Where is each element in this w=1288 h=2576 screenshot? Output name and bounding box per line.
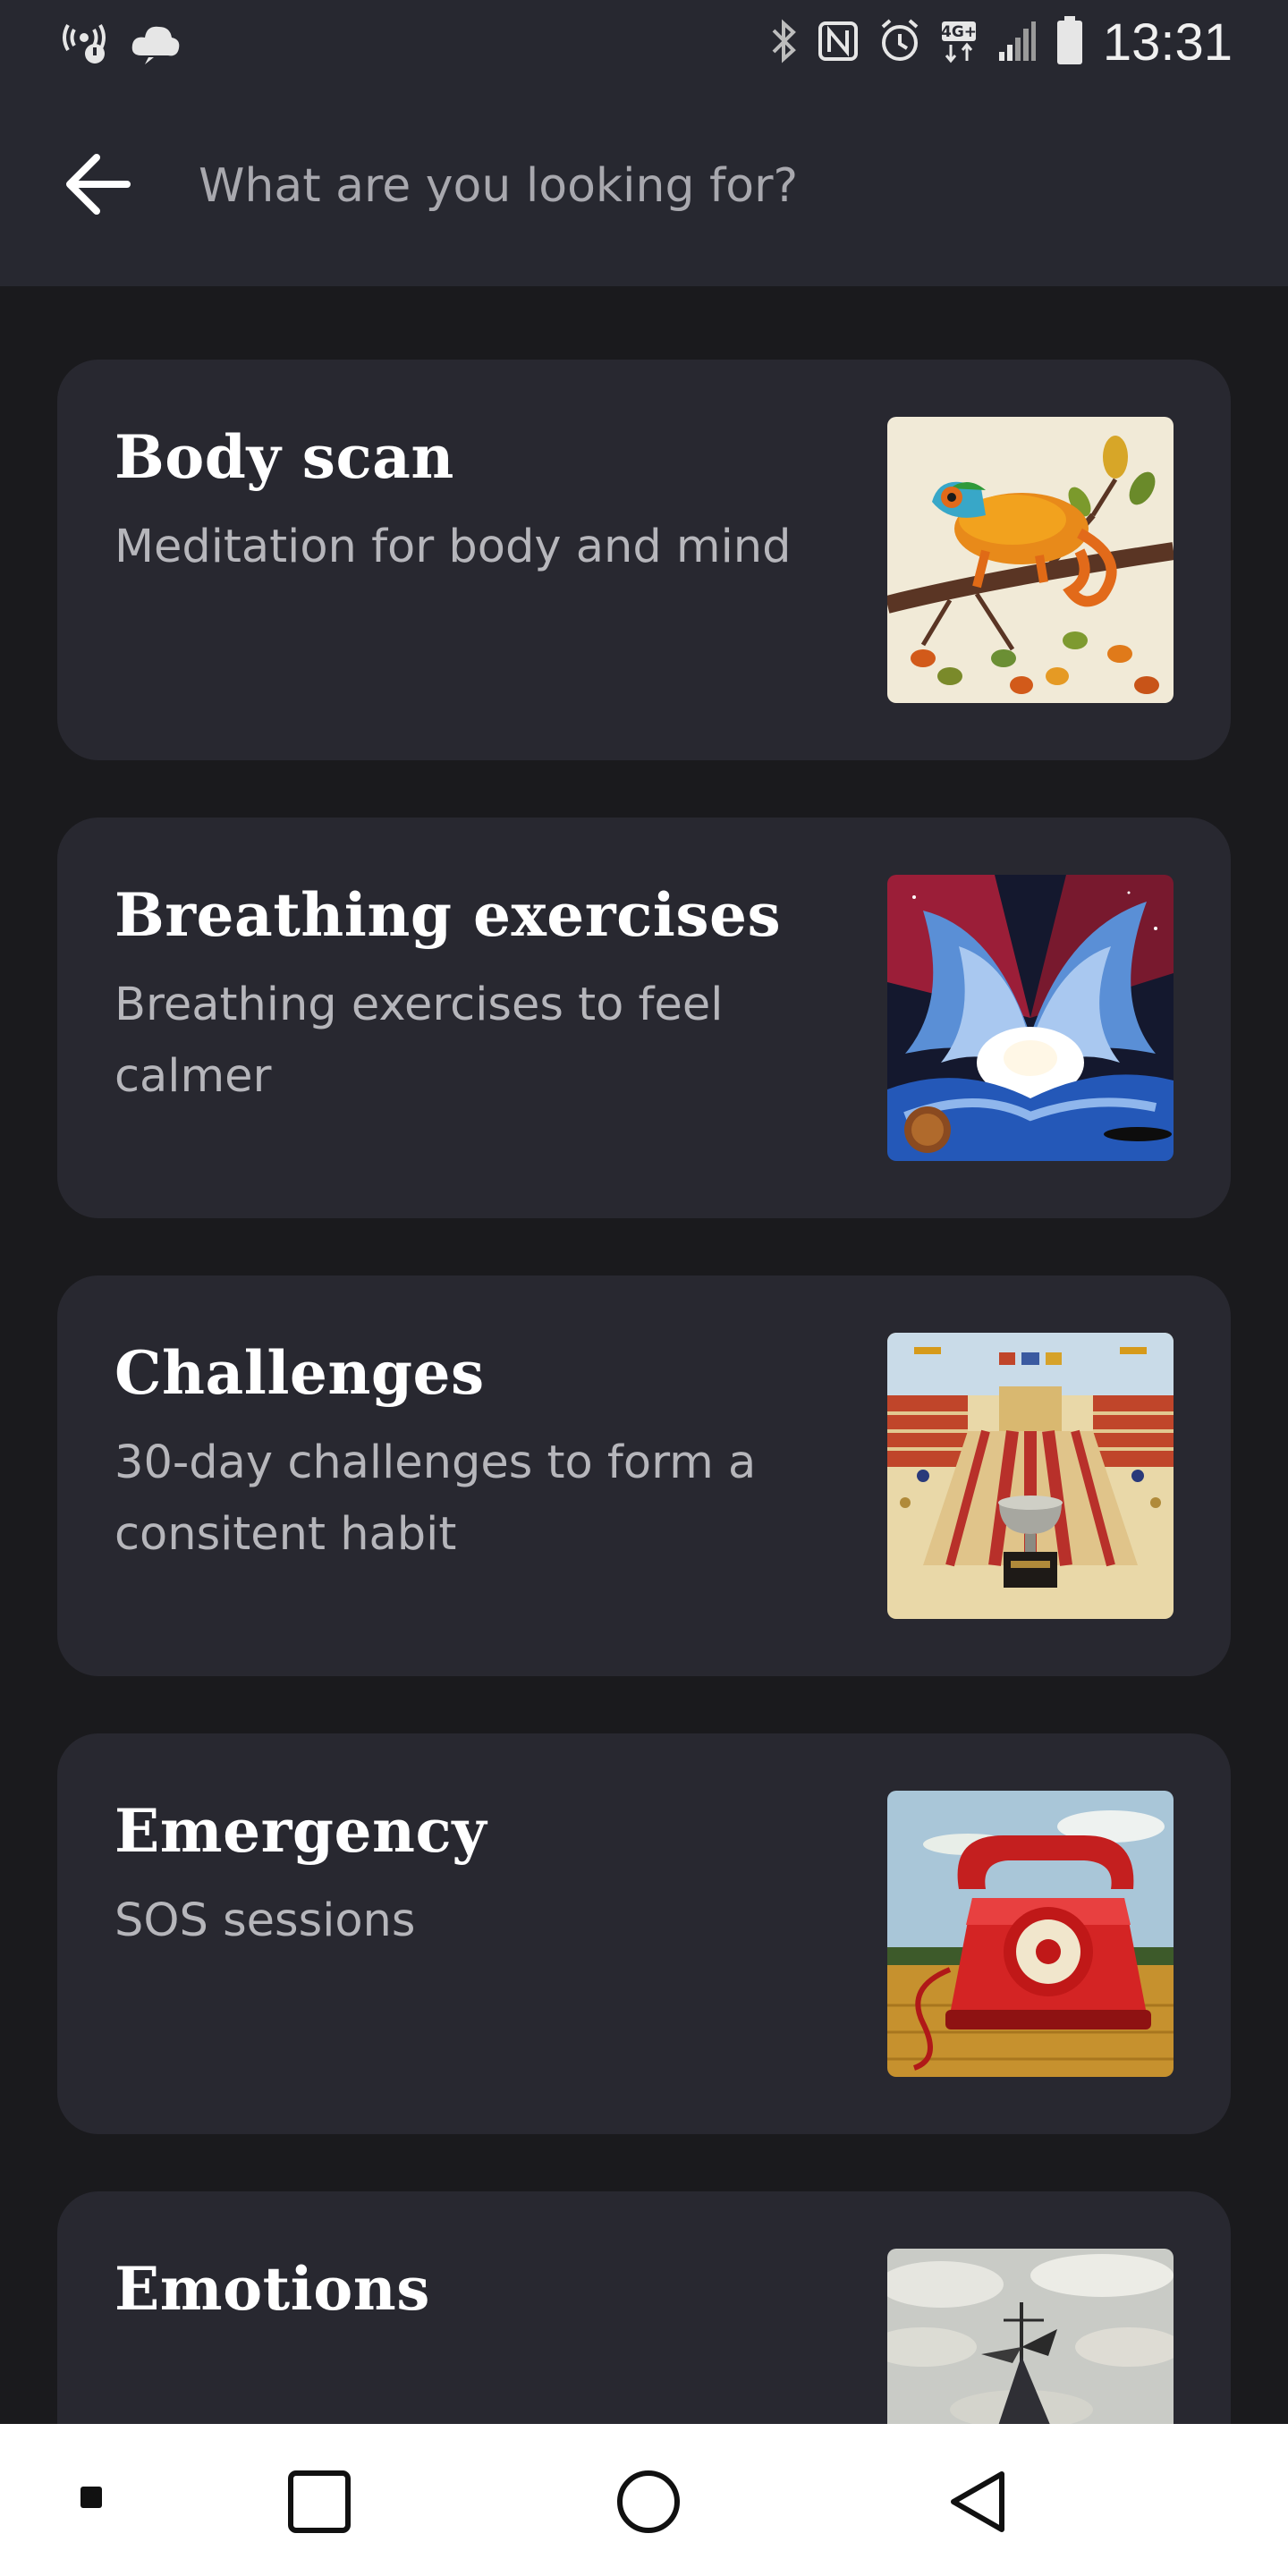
back-button[interactable] [61, 152, 138, 216]
back-nav-button[interactable] [946, 2469, 1013, 2538]
card-breathing-exercises[interactable]: Breathing exercises Breathing exercises … [57, 818, 1231, 1218]
category-list: Body scan Meditation for body and mind B… [0, 286, 1288, 2424]
card-emotions[interactable]: Emotions [57, 2191, 1231, 2424]
nav-dot-button[interactable] [79, 2485, 104, 2513]
signal-icon [996, 16, 1037, 70]
nfc-icon [817, 16, 860, 70]
card-challenges[interactable]: Challenges 30-day challenges to form a c… [57, 1275, 1231, 1676]
chameleon-illustration [887, 417, 1174, 703]
card-title: Breathing exercises [114, 880, 782, 950]
square-icon [288, 2470, 351, 2533]
card-subtitle: 30-day challenges to form a consitent ha… [114, 1436, 757, 1561]
card-subtitle: SOS sessions [114, 1894, 416, 1947]
card-subtitle: Meditation for body and mind [114, 521, 792, 573]
card-title: Emotions [114, 2254, 430, 2324]
square-dot-icon [80, 2487, 102, 2508]
arrow-left-icon [66, 154, 131, 215]
system-navigation-bar [0, 2424, 1288, 2576]
search-input[interactable] [199, 141, 1218, 231]
card-subtitle: Breathing exercises to feel calmer [114, 979, 724, 1103]
svg-text:4G+: 4G+ [941, 23, 977, 41]
bluetooth-icon [768, 16, 799, 70]
alarm-icon [877, 16, 922, 70]
triangle-back-icon [951, 2471, 1004, 2532]
wifi-calling-icon [59, 16, 109, 70]
card-body-scan[interactable]: Body scan Meditation for body and mind [57, 360, 1231, 760]
battery-icon [1055, 14, 1085, 72]
circle-icon [617, 2470, 680, 2533]
card-title: Body scan [114, 422, 454, 492]
search-header [0, 88, 1288, 286]
status-bar: 4G+ 13:31 [0, 0, 1288, 88]
cosmic-cloud-illustration [887, 875, 1174, 1161]
recent-apps-button[interactable] [286, 2469, 352, 2538]
card-title: Emergency [114, 1796, 487, 1866]
home-button[interactable] [615, 2469, 682, 2538]
clock: 13:31 [1102, 13, 1233, 72]
red-telephone-illustration [887, 1791, 1174, 2077]
weathervane-clouds-illustration [887, 2249, 1174, 2424]
card-title: Challenges [114, 1338, 485, 1408]
network-4g-icon: 4G+ [940, 16, 978, 70]
cloud-icon [129, 16, 182, 70]
stadium-trophy-illustration [887, 1333, 1174, 1619]
card-emergency[interactable]: Emergency SOS sessions [57, 1733, 1231, 2134]
